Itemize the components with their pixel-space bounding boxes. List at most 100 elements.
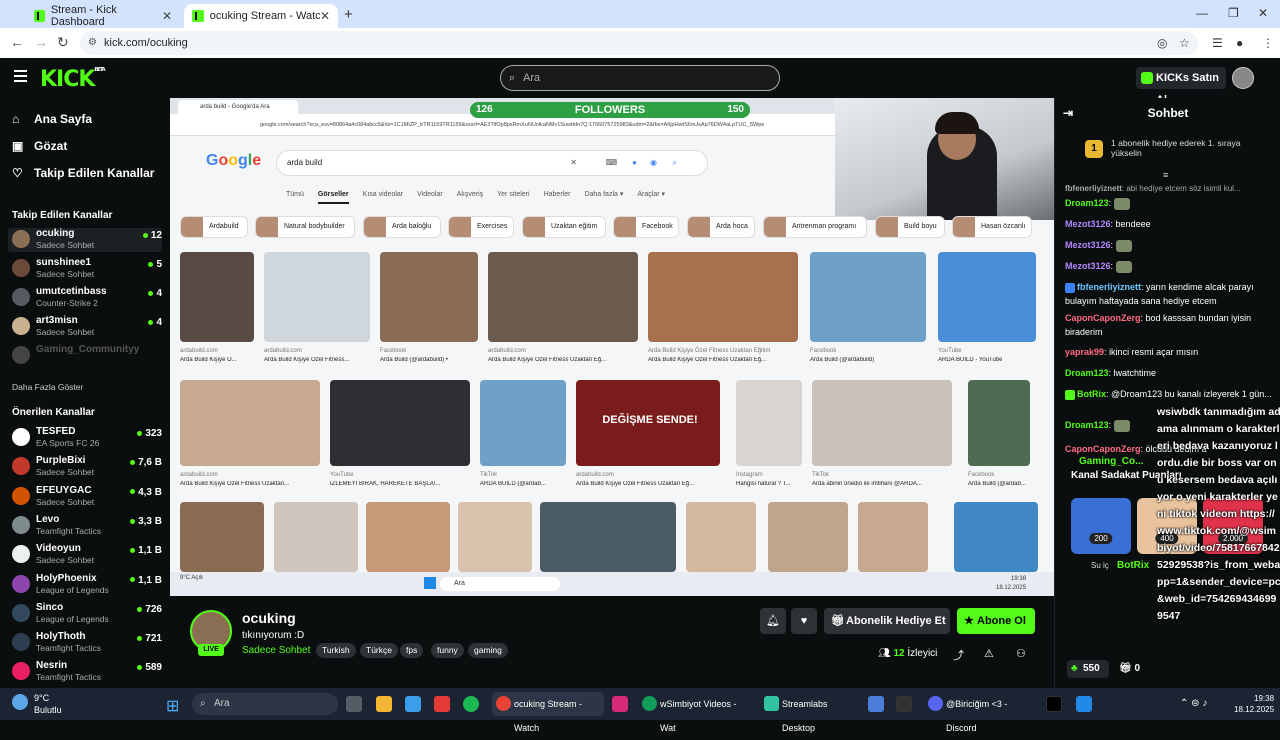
minimize-icon[interactable]: — (1196, 6, 1208, 20)
subscribe-button[interactable]: ★ Abone Ol (957, 608, 1035, 634)
channel-points[interactable]: ♣ 550 (1067, 660, 1109, 678)
chat-username[interactable]: CaponCaponZerg (1065, 444, 1141, 454)
stream-category[interactable]: Sadece Sohbet (242, 645, 310, 656)
stream-tag[interactable]: Türkçe (360, 643, 398, 658)
url-field[interactable]: ⚙ kick.com/ocuking (80, 31, 1198, 55)
chat-username[interactable]: Mezot3126 (1065, 219, 1111, 229)
chat-username[interactable]: Droam123 (1065, 420, 1109, 430)
search-icon: ⌕ (672, 158, 677, 167)
pin-toggle-icon[interactable]: ≡ (1163, 170, 1168, 180)
heart-icon: ♡ (12, 166, 23, 180)
sidebar-channel-item[interactable]: sunshinee1 Sadece Sohbet 5 (8, 257, 162, 281)
task-view-icon[interactable] (346, 696, 362, 712)
tab-ocuking-stream[interactable]: ocuking Stream - Watch Live on ✕ (184, 4, 338, 28)
tab-kick-dashboard[interactable]: Stream - Kick Dashboard ✕ (26, 4, 180, 28)
stream-tag[interactable]: Turkish (316, 643, 356, 658)
sidebar-channel-item[interactable]: ocuking Sadece Sohbet 12 (8, 228, 162, 252)
add-user-icon[interactable]: ⚇ (1016, 647, 1026, 660)
stream-tag[interactable]: funny (431, 643, 464, 658)
channel-name: umutcetinbass (36, 286, 107, 297)
stream-clock: 19:38 18.12.2025 (996, 576, 1027, 591)
notification-bell-button[interactable]: 🔔︎ (760, 608, 786, 634)
stream-tag[interactable]: gaming (468, 643, 508, 658)
taskbar-app-edge[interactable]: wSimbiyot Videos - Wat (638, 692, 754, 733)
app-icon[interactable] (868, 696, 884, 712)
reload-icon[interactable]: ↻ (57, 34, 69, 51)
sidebar-channel-item[interactable]: Sinco League of Legends 726 (8, 602, 162, 626)
tiktok-icon[interactable] (1046, 696, 1062, 712)
store-icon[interactable] (405, 696, 421, 712)
lens-icon: ◉ (650, 158, 657, 167)
forward-icon[interactable]: → (34, 34, 48, 50)
weather-widget[interactable]: 9°C Bulutlu (8, 692, 62, 716)
tray-icons[interactable]: ⌃ ⊜ ♪ (1180, 698, 1207, 709)
eye-off-icon[interactable]: ◎ (1157, 36, 1167, 50)
user-avatar[interactable] (1232, 67, 1254, 89)
close-tab-icon[interactable]: ✕ (162, 9, 172, 23)
file-explorer-icon[interactable] (376, 696, 392, 712)
collapse-chat-icon[interactable]: ⇥ (1063, 98, 1073, 128)
maximize-icon[interactable]: ❐ (1228, 6, 1239, 20)
sidebar-channel-item[interactable]: Nesrin Teamfight Tactics 589 (8, 660, 162, 684)
search-input[interactable]: ⌕ Ara (500, 65, 780, 91)
nav-browse[interactable]: ▣ Gözat (12, 139, 67, 153)
sidebar-channel-item[interactable]: Gaming_Communityy (8, 344, 162, 368)
chat-username[interactable]: yaprak99 (1065, 347, 1104, 357)
hamburger-menu-icon[interactable] (14, 70, 27, 85)
kick-logo[interactable]: KICKBETA (40, 67, 106, 92)
chat-username[interactable]: Droam123 (1065, 198, 1109, 208)
site-info-icon[interactable]: ⚙ (88, 31, 97, 55)
nav-home[interactable]: ⌂ Ana Sayfa (12, 112, 92, 126)
profile-icon[interactable]: ● (1236, 36, 1243, 50)
chat-username[interactable]: Mezot3126 (1065, 240, 1111, 250)
video-player[interactable]: arda build - Google'da Ara google.com/se… (170, 98, 1054, 596)
follow-heart-button[interactable]: ♥ (791, 608, 817, 634)
taskbar-clock[interactable]: 19:38 18.12.2025 (1234, 693, 1274, 715)
chat-username[interactable]: CaponCaponZerg (1065, 313, 1141, 323)
nav-following[interactable]: ♡ Takip Edilen Kanallar (12, 166, 154, 180)
back-icon[interactable]: ← (10, 34, 24, 50)
share-icon[interactable]: ⤴ (953, 647, 964, 663)
gift-count[interactable]: 🎁︎ 0 (1119, 660, 1140, 678)
sidebar-channel-item[interactable]: umutcetinbass Counter-Strike 2 4 (8, 286, 162, 310)
extensions-icon[interactable]: ☰ (1212, 36, 1223, 50)
streamer-name[interactable]: ocuking (242, 610, 296, 626)
sidebar-channel-item[interactable]: Levo Teamfight Tactics 3,3 B (8, 514, 162, 538)
app-icon-3[interactable] (1076, 696, 1092, 712)
chat-username[interactable]: BotRix (1077, 389, 1106, 399)
chat-username[interactable]: Droam123 (1065, 368, 1109, 378)
menu-dots-icon[interactable]: ⋮ (1262, 36, 1274, 50)
sidebar-channel-item[interactable]: EFEUYGAC Sadece Sohbet 4,3 B (8, 485, 162, 509)
bookmark-star-icon[interactable]: ☆ (1179, 36, 1190, 50)
image-source: ardabuild.com (576, 472, 614, 478)
spotify-icon[interactable] (463, 696, 479, 712)
show-more-link[interactable]: Daha Fazla Göster (12, 382, 83, 392)
close-window-icon[interactable]: ✕ (1258, 6, 1268, 20)
taskbar-search[interactable]: ⌕ Ara (192, 693, 338, 715)
sidebar-channel-item[interactable]: TESFED EA Sports FC 26 323 (8, 426, 162, 450)
app-icon-2[interactable] (896, 696, 912, 712)
start-icon[interactable]: ⊞ (166, 696, 179, 716)
chat-username[interactable]: fbfenerliyiznett (1077, 282, 1141, 292)
close-tab-icon[interactable]: ✕ (320, 9, 330, 23)
taskbar-app-streamlabs[interactable]: Streamlabs Desktop (760, 692, 860, 733)
channel-category: Sadece Sohbet (36, 467, 95, 478)
taskbar-app-discord[interactable]: @Biriciğim <3 - Discord (924, 692, 1040, 733)
sidebar-channel-item[interactable]: HolyPhoenix League of Legends 1,1 B (8, 573, 162, 597)
sidebar-channel-item[interactable]: PurpleBixi Sadece Sohbet 7,6 B (8, 455, 162, 479)
chat-username[interactable]: Mezot3126 (1065, 261, 1111, 271)
taskbar-app-chrome[interactable]: ocuking Stream - Watch (492, 692, 604, 733)
sidebar-channel-item[interactable]: Videoyun Sadece Sohbet 1,1 B (8, 543, 162, 567)
stream-tag[interactable]: fps (400, 643, 424, 658)
sidebar-channel-item[interactable]: HolyThoth Teamfight Tactics 721 (8, 631, 162, 655)
report-icon[interactable]: ⚠ (984, 647, 994, 660)
gift-subscription-button[interactable]: 🎁︎ Abonelik Hediye Et (824, 608, 950, 634)
instagram-icon[interactable] (612, 696, 628, 712)
loyalty-reward[interactable]: 200 (1071, 498, 1131, 554)
chat-username[interactable]: fbfenerliyiznett (1065, 184, 1122, 193)
sidebar-channel-item[interactable]: art3misn Sadece Sohbet 4 (8, 315, 162, 339)
buy-kicks-button[interactable]: KICKs Satın Al (1136, 67, 1226, 106)
youtube-icon[interactable] (434, 696, 450, 712)
new-tab-icon[interactable]: + (344, 6, 353, 23)
channel-name: Nesrin (36, 660, 68, 672)
